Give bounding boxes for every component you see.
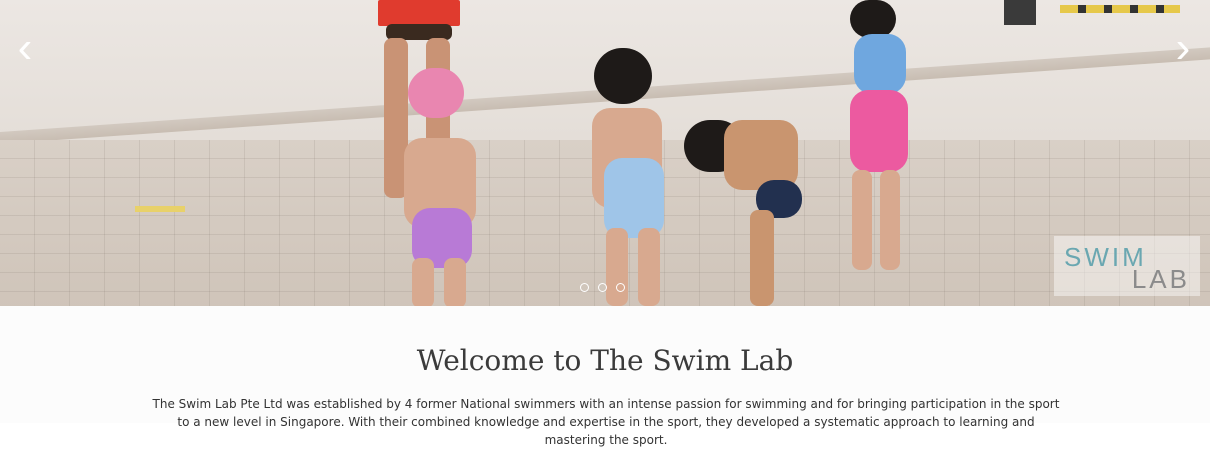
child-figure-3 — [684, 90, 806, 306]
hero-slider: ‹ › SWIM LAB — [0, 0, 1210, 306]
logo-text-lab: LAB — [1131, 264, 1190, 294]
swim-lab-logo: SWIM LAB — [1054, 236, 1200, 296]
slider-dot-2[interactable] — [598, 283, 607, 292]
slider-prev-arrow-icon[interactable]: ‹ — [10, 26, 40, 70]
slider-dot-3[interactable] — [616, 283, 625, 292]
welcome-section: Welcome to The Swim Lab The Swim Lab Pte… — [0, 306, 1210, 447]
slider-dot-1[interactable] — [580, 283, 589, 292]
child-figure-2 — [568, 48, 678, 306]
child-figure-4 — [840, 0, 910, 278]
child-figure-1 — [396, 68, 488, 306]
slider-next-arrow-icon[interactable]: › — [1168, 26, 1198, 70]
floor-marking-striped — [1060, 5, 1180, 13]
floor-marking — [135, 206, 185, 212]
intro-paragraph: The Swim Lab Pte Ltd was established by … — [152, 397, 1060, 447]
background-bin — [1004, 0, 1036, 25]
page-title: Welcome to The Swim Lab — [416, 344, 794, 377]
slider-pagination — [580, 283, 625, 292]
